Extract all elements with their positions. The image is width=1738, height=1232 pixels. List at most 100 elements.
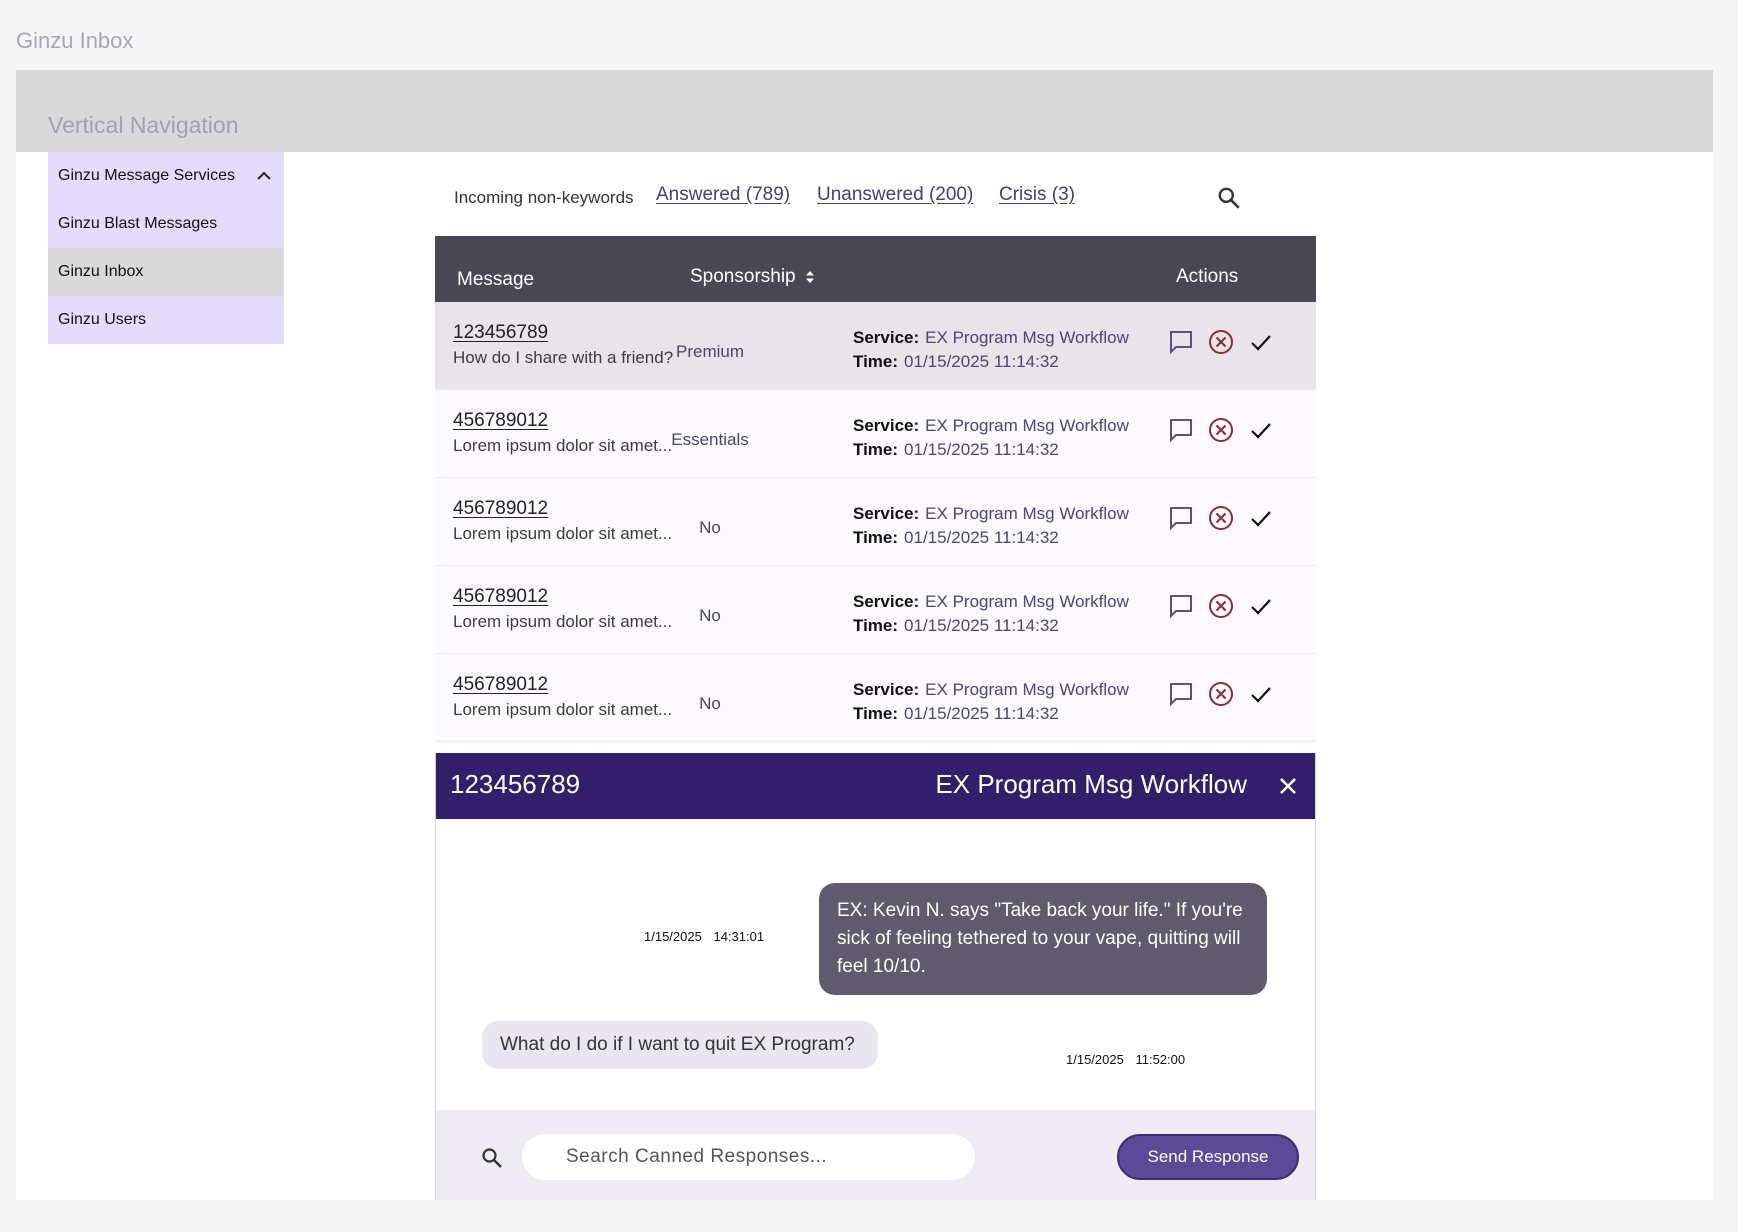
service-label: Service: xyxy=(853,328,920,347)
tab-unanswered[interactable]: Unanswered (200) xyxy=(817,184,973,206)
reject-icon[interactable] xyxy=(1207,504,1235,532)
top-navigation-bar: Vertical Navigation xyxy=(16,70,1713,152)
time-value: 01/15/2025 11:14:32 xyxy=(904,440,1059,459)
message-number-link[interactable]: 456789012 xyxy=(453,586,548,608)
service-value: EX Program Msg Workflow xyxy=(925,416,1129,435)
table-row[interactable]: 456789012 Lorem ipsum dolor sit amet... … xyxy=(435,390,1316,478)
column-header-sponsorship[interactable]: Sponsorship xyxy=(690,266,815,288)
message-time: 14:31:01 xyxy=(713,929,765,944)
search-icon[interactable] xyxy=(1216,185,1242,211)
column-header-sponsorship-label: Sponsorship xyxy=(690,266,796,287)
reject-icon[interactable] xyxy=(1207,592,1235,620)
search-icon[interactable] xyxy=(480,1146,504,1170)
message-number-link[interactable]: 456789012 xyxy=(453,410,548,432)
column-header-message: Message xyxy=(457,269,535,290)
service-label: Service: xyxy=(853,416,920,435)
service-info: Service: EX Program Msg Workflow xyxy=(853,416,1129,436)
time-label: Time: xyxy=(853,616,899,635)
sidebar-item-label: Ginzu Blast Messages xyxy=(58,215,218,232)
message-preview: How do I share with a friend? xyxy=(453,348,674,367)
tab-answered[interactable]: Answered (789) xyxy=(656,184,790,206)
service-info: Service: EX Program Msg Workflow xyxy=(853,592,1129,612)
service-value: EX Program Msg Workflow xyxy=(925,592,1129,611)
time-value: 01/15/2025 11:14:32 xyxy=(904,616,1059,635)
sponsorship-value: No xyxy=(699,694,721,713)
sidebar-item-users[interactable]: Ginzu Users xyxy=(48,296,284,344)
message-number-link[interactable]: 123456789 xyxy=(453,322,548,344)
sponsorship-value: No xyxy=(699,606,721,625)
conversation-header: 123456789 EX Program Msg Workflow xyxy=(436,753,1315,819)
reject-icon[interactable] xyxy=(1207,680,1235,708)
reply-icon[interactable] xyxy=(1167,416,1195,444)
time-info: Time: 01/15/2025 11:14:32 xyxy=(853,616,1059,636)
checkmark-icon[interactable] xyxy=(1247,504,1275,532)
table-row[interactable]: 123456789 How do I share with a friend? … xyxy=(435,302,1316,390)
reply-icon[interactable] xyxy=(1167,680,1195,708)
service-label: Service: xyxy=(853,504,920,523)
conversation-number: 123456789 xyxy=(450,769,581,799)
sidebar-item-inbox[interactable]: Ginzu Inbox xyxy=(48,248,284,296)
close-icon[interactable] xyxy=(1275,773,1301,799)
sidebar-item-label: Ginzu Users xyxy=(58,311,147,328)
service-info: Service: EX Program Msg Workflow xyxy=(853,680,1129,700)
sponsorship-value: Essentials xyxy=(671,430,749,449)
sidebar-item-blast-messages[interactable]: Ginzu Blast Messages xyxy=(48,200,284,248)
reply-icon[interactable] xyxy=(1167,592,1195,620)
time-label: Time: xyxy=(853,440,899,459)
tab-crisis[interactable]: Crisis (3) xyxy=(999,184,1075,206)
message-timestamp: 1/15/2025 14:31:01 xyxy=(644,929,764,944)
messages-table: Message Sponsorship Actions 123456789 Ho… xyxy=(435,236,1316,742)
reject-icon[interactable] xyxy=(1207,328,1235,356)
table-row[interactable]: 456789012 Lorem ipsum dolor sit amet... … xyxy=(435,478,1316,566)
checkmark-icon[interactable] xyxy=(1247,680,1275,708)
chevron-up-icon[interactable] xyxy=(254,166,274,186)
time-value: 01/15/2025 11:14:32 xyxy=(904,528,1059,547)
time-value: 01/15/2025 11:14:32 xyxy=(904,704,1059,723)
message-number-link[interactable]: 456789012 xyxy=(453,674,548,696)
table-row[interactable]: 456789012 Lorem ipsum dolor sit amet... … xyxy=(435,566,1316,654)
filter-tabs: Incoming non-keywords Answered (789) Una… xyxy=(454,184,1244,214)
outgoing-message-bubble: EX: Kevin N. says "Take back your life."… xyxy=(819,883,1267,995)
service-value: EX Program Msg Workflow xyxy=(925,680,1129,699)
sidebar-item-label: Ginzu Message Services xyxy=(58,167,235,184)
time-label: Time: xyxy=(853,528,899,547)
time-info: Time: 01/15/2025 11:14:32 xyxy=(853,704,1059,724)
service-label: Service: xyxy=(853,592,920,611)
incoming-message-bubble: What do I do if I want to quit EX Progra… xyxy=(482,1021,878,1069)
reply-icon[interactable] xyxy=(1167,328,1195,356)
reject-icon[interactable] xyxy=(1207,416,1235,444)
canned-responses-search-input[interactable] xyxy=(522,1134,975,1180)
tab-incoming-non-keywords[interactable]: Incoming non-keywords xyxy=(454,188,634,208)
time-info: Time: 01/15/2025 11:14:32 xyxy=(853,440,1059,460)
reply-icon[interactable] xyxy=(1167,504,1195,532)
service-label: Service: xyxy=(853,680,920,699)
topbar-label: Vertical Navigation xyxy=(48,112,239,138)
message-date: 1/15/2025 xyxy=(644,929,702,944)
message-timestamp: 1/15/2025 11:52:00 xyxy=(1066,1052,1185,1067)
checkmark-icon[interactable] xyxy=(1247,592,1275,620)
time-info: Time: 01/15/2025 11:14:32 xyxy=(853,528,1059,548)
time-label: Time: xyxy=(853,704,899,723)
checkmark-icon[interactable] xyxy=(1247,416,1275,444)
message-date: 1/15/2025 xyxy=(1066,1052,1124,1067)
conversation-service: EX Program Msg Workflow xyxy=(935,769,1247,799)
message-preview: Lorem ipsum dolor sit amet... xyxy=(453,436,673,455)
service-value: EX Program Msg Workflow xyxy=(925,328,1129,347)
sponsorship-value: No xyxy=(699,518,721,537)
app-title: Ginzu Inbox xyxy=(16,28,134,53)
sidebar-item-message-services[interactable]: Ginzu Message Services xyxy=(48,152,284,200)
message-number-link[interactable]: 456789012 xyxy=(453,498,548,520)
column-header-actions: Actions xyxy=(1176,266,1239,287)
table-header: Message Sponsorship Actions xyxy=(435,236,1316,302)
time-label: Time: xyxy=(853,352,899,371)
table-row[interactable]: 456789012 Lorem ipsum dolor sit amet... … xyxy=(435,654,1316,742)
send-response-button[interactable]: Send Response xyxy=(1117,1134,1299,1180)
message-preview: Lorem ipsum dolor sit amet... xyxy=(453,612,673,631)
message-preview: Lorem ipsum dolor sit amet... xyxy=(453,700,673,719)
sidebar: Ginzu Message Services Ginzu Blast Messa… xyxy=(48,152,284,344)
service-info: Service: EX Program Msg Workflow xyxy=(853,504,1129,524)
sort-icon[interactable] xyxy=(805,270,815,284)
response-composer: Send Response xyxy=(436,1110,1315,1200)
checkmark-icon[interactable] xyxy=(1247,328,1275,356)
time-info: Time: 01/15/2025 11:14:32 xyxy=(853,352,1059,372)
